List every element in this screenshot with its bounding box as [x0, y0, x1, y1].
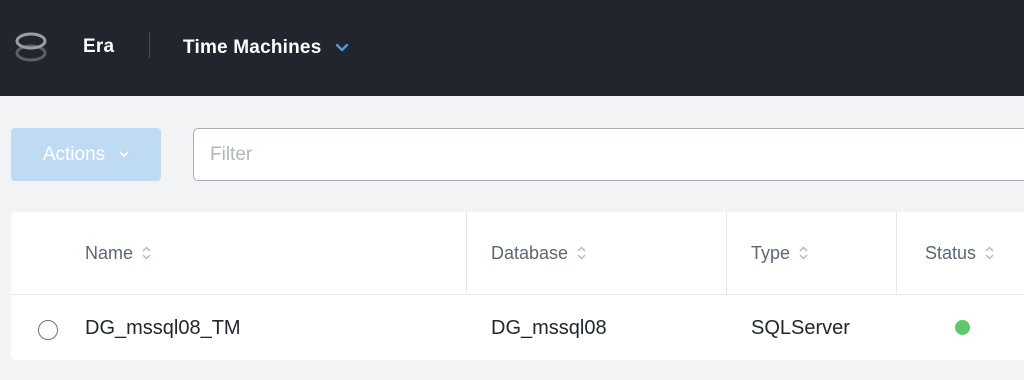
cell-type: SQLServer [751, 317, 850, 339]
status-dot-icon [955, 320, 970, 335]
sort-icon [577, 246, 586, 260]
app-name: Era [83, 36, 115, 57]
sort-icon [142, 246, 151, 260]
column-header-label: Status [925, 242, 977, 263]
topbar-divider [149, 32, 150, 58]
column-header-name[interactable]: Name [85, 242, 151, 264]
column-header-status[interactable]: Status [925, 242, 994, 264]
table-row[interactable]: DG_mssql08_TM DG_mssql08 SQLServer [11, 295, 1024, 360]
column-divider [726, 212, 727, 295]
actions-button[interactable]: Actions [11, 128, 161, 181]
filter-input[interactable] [193, 128, 1024, 181]
column-header-database[interactable]: Database [491, 242, 586, 264]
row-select-radio[interactable] [38, 320, 58, 340]
cell-database: DG_mssql08 [491, 317, 607, 339]
sort-icon [799, 246, 808, 260]
sort-icon [985, 246, 994, 260]
column-divider [466, 212, 467, 295]
chevron-down-icon [119, 151, 129, 157]
column-header-label: Database [491, 242, 569, 263]
time-machines-table: Name Database Type Status DG_mssql08_TM … [11, 212, 1024, 360]
cell-name[interactable]: DG_mssql08_TM [85, 317, 241, 340]
chevron-down-icon [336, 43, 349, 52]
column-divider [896, 212, 897, 295]
era-logo-icon[interactable] [13, 28, 49, 66]
top-navigation-bar: Era Time Machines [0, 0, 1024, 96]
actions-label: Actions [42, 143, 106, 165]
section-title: Time Machines [183, 37, 322, 58]
section-dropdown[interactable]: Time Machines [183, 36, 349, 60]
column-header-type[interactable]: Type [751, 242, 808, 264]
column-header-label: Name [85, 242, 134, 263]
table-header: Name Database Type Status [11, 212, 1024, 295]
column-header-label: Type [751, 242, 791, 263]
